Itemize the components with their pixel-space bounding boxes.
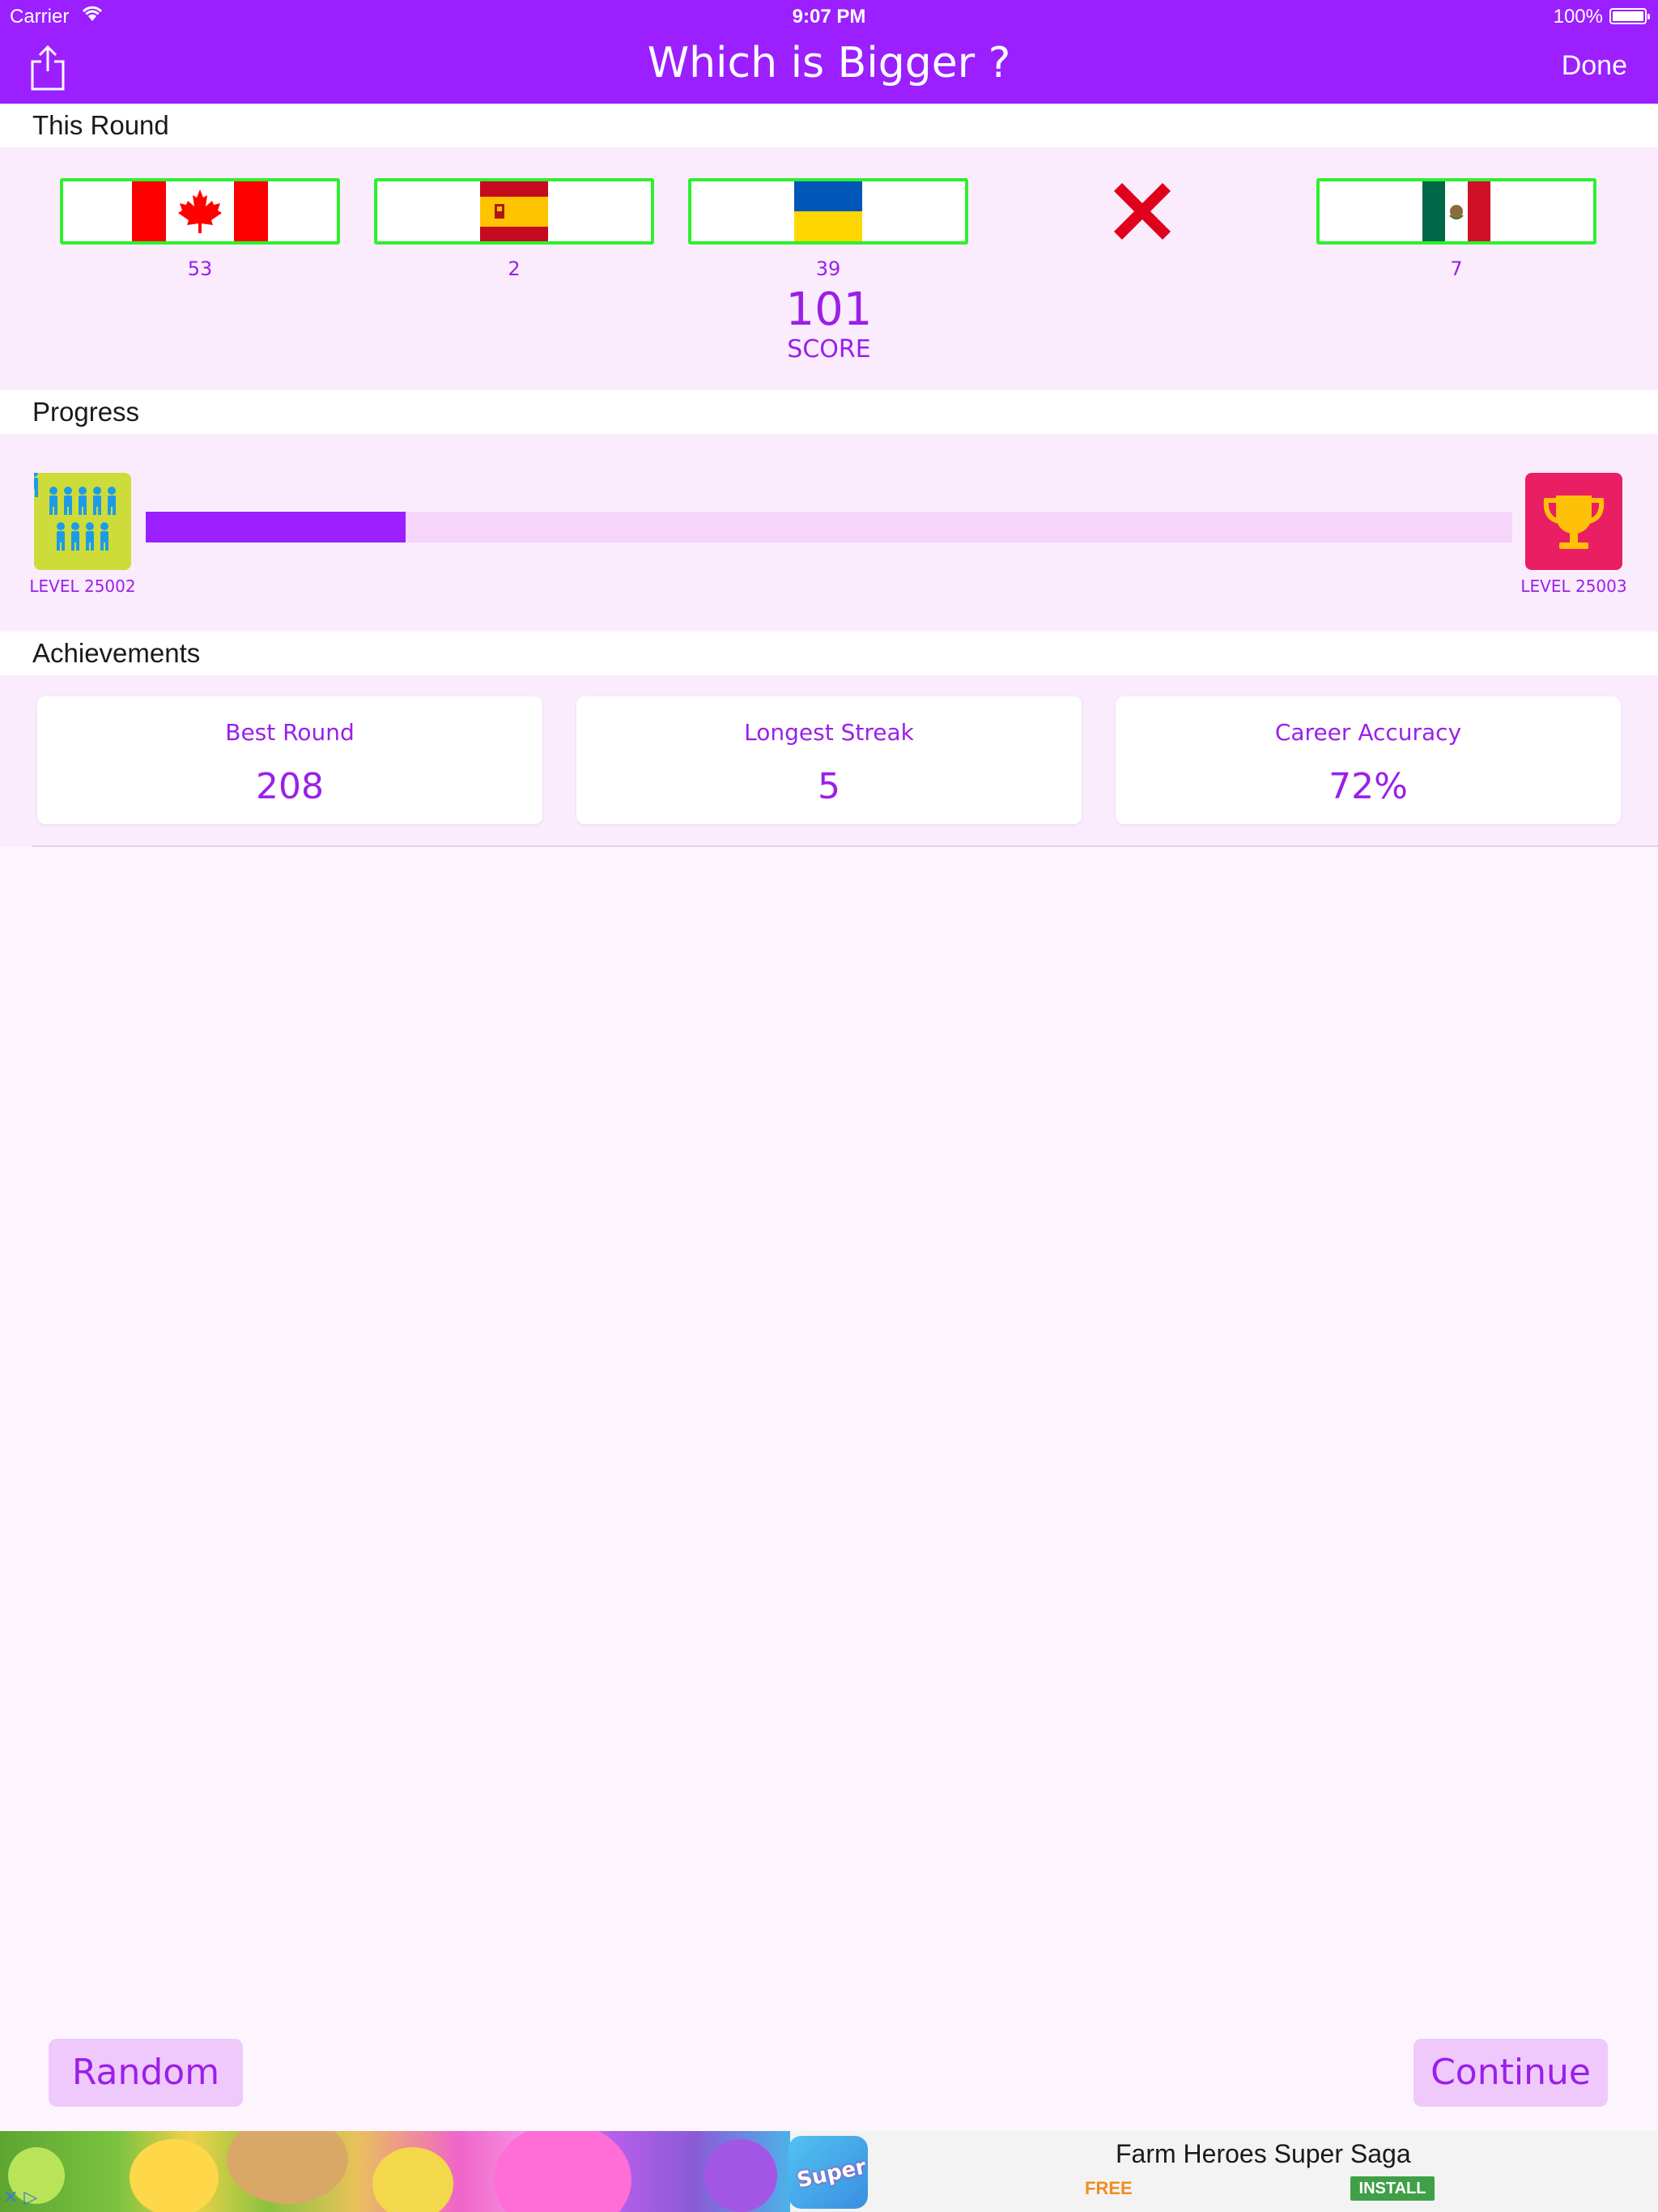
achievement-label: Best Round xyxy=(225,719,355,746)
score-value: 101 xyxy=(785,283,873,336)
next-level-badge xyxy=(1525,473,1622,570)
nav-bar: Which is Bigger ? Done xyxy=(0,32,1658,104)
ad-banner[interactable]: ✕ ▷ Super Farm Heroes Super Saga FREE IN… xyxy=(0,2131,1658,2212)
continue-button[interactable]: Continue xyxy=(1414,2039,1608,2107)
ad-install-button[interactable]: INSTALL xyxy=(1350,2176,1435,2201)
section-header-progress: Progress xyxy=(0,390,1658,434)
section-title: Progress xyxy=(32,397,140,427)
divider xyxy=(32,845,1658,847)
status-bar: Carrier 9:07 PM 100% xyxy=(0,0,1658,32)
current-level-badge xyxy=(30,469,131,570)
mexico-flag-card xyxy=(1316,178,1596,245)
flag-value: 53 xyxy=(187,257,213,280)
adchoices-icon[interactable]: ✕ ▷ xyxy=(3,2188,37,2208)
achievement-label: Longest Streak xyxy=(744,719,914,746)
battery-percent: 100% xyxy=(1553,6,1603,28)
section-title: Achievements xyxy=(32,638,201,668)
achievement-label: Career Accuracy xyxy=(1274,719,1462,746)
random-button[interactable]: Random xyxy=(49,2039,243,2107)
ad-app-icon-text: Super xyxy=(794,2155,868,2193)
achievement-value: 5 xyxy=(818,766,840,807)
clock: 9:07 PM xyxy=(792,6,866,28)
longest-streak-card: Longest Streak 5 xyxy=(576,696,1082,824)
battery-icon xyxy=(1609,8,1650,24)
wrong-x-icon xyxy=(1107,177,1177,246)
ukraine-flag-card xyxy=(688,178,968,245)
ad-artwork[interactable] xyxy=(0,2131,790,2212)
mexico-flag-icon xyxy=(1388,181,1524,241)
spain-flag-card xyxy=(374,178,654,245)
current-level-label: LEVEL 25002 xyxy=(29,576,136,596)
next-level-label: LEVEL 25003 xyxy=(1520,576,1627,596)
achievement-value: 72% xyxy=(1329,766,1408,807)
trophy-icon xyxy=(1543,496,1605,549)
flag-value: 7 xyxy=(1450,257,1463,280)
flag-value: 2 xyxy=(508,257,521,280)
ad-app-icon[interactable]: Super xyxy=(789,2136,868,2209)
level-progress-fill xyxy=(146,512,406,542)
ukraine-flag-icon xyxy=(760,181,896,241)
canada-flag-icon xyxy=(132,181,268,241)
page-title: Which is Bigger ? xyxy=(647,39,1011,87)
best-round-card: Best Round 208 xyxy=(37,696,542,824)
people-icon xyxy=(30,469,116,551)
spain-flag-icon xyxy=(446,181,582,241)
flag-value: 39 xyxy=(815,257,841,280)
section-header-this-round: This Round xyxy=(0,104,1658,147)
achievement-value: 208 xyxy=(256,766,324,807)
section-title: This Round xyxy=(32,110,169,140)
section-header-achievements: Achievements xyxy=(0,632,1658,675)
done-button[interactable]: Done xyxy=(1562,50,1627,82)
ad-title[interactable]: Farm Heroes Super Saga xyxy=(1116,2139,1411,2169)
ad-price: FREE xyxy=(1085,2178,1133,2198)
career-accuracy-card: Career Accuracy 72% xyxy=(1116,696,1621,824)
canada-flag-card xyxy=(60,178,340,245)
level-progress-bar xyxy=(146,512,1512,542)
score-label: SCORE xyxy=(787,335,871,364)
